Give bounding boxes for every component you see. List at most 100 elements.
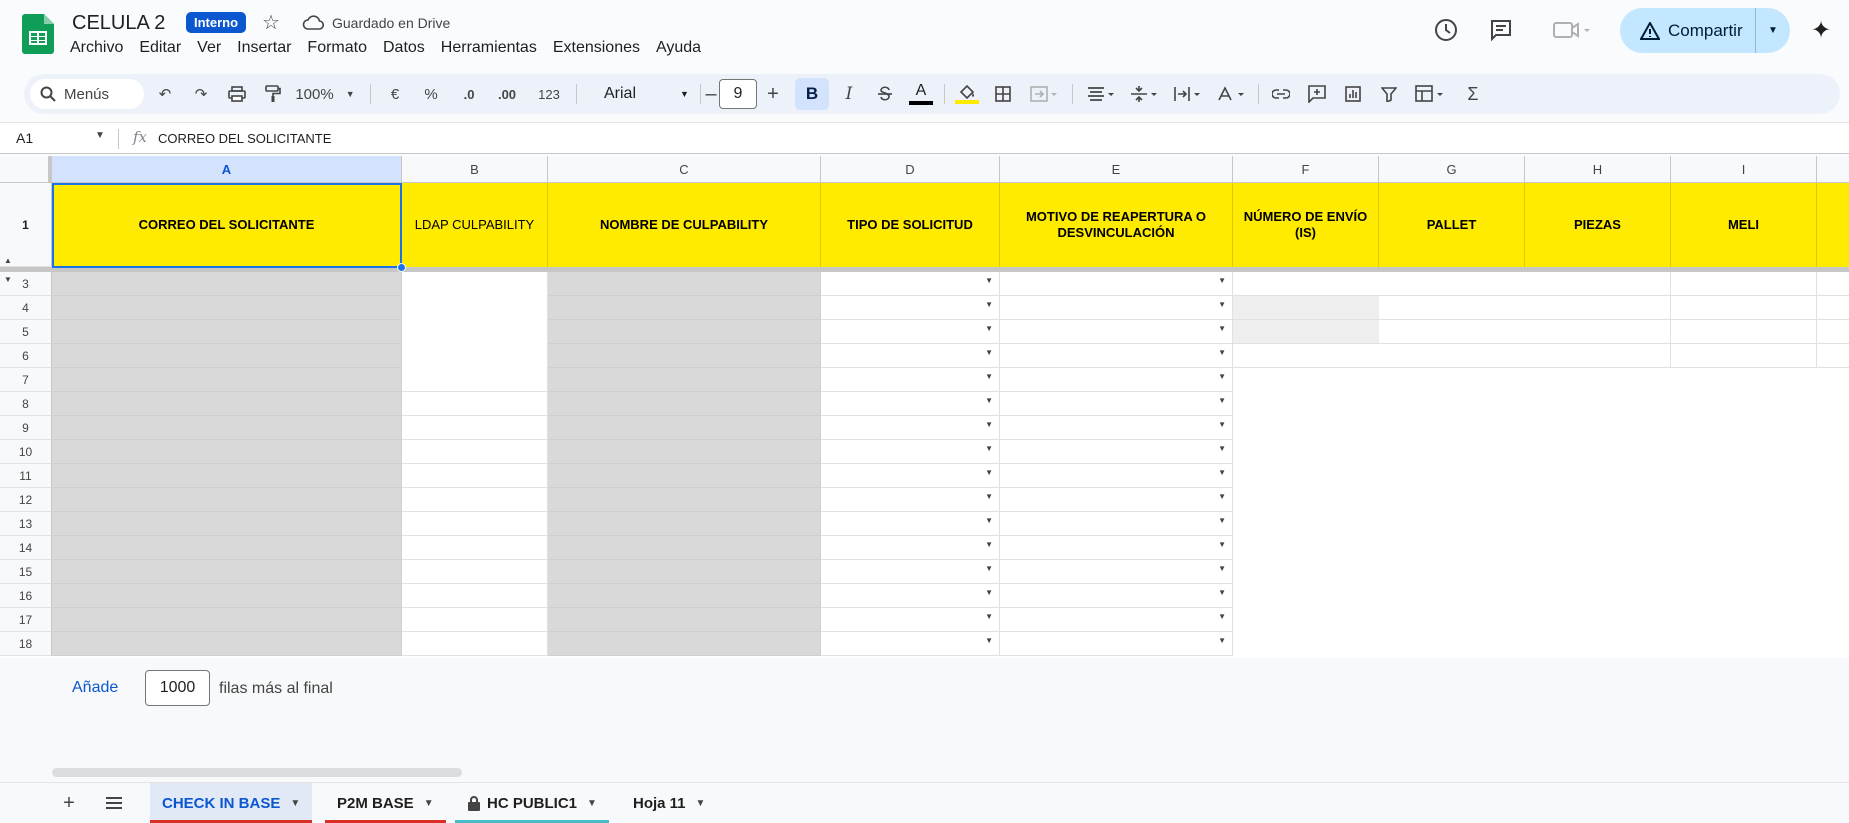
sheets-logo-icon[interactable] bbox=[22, 14, 54, 54]
table-cell[interactable] bbox=[1525, 632, 1671, 656]
dropdown-chevron-icon[interactable]: ▼ bbox=[985, 396, 993, 405]
table-cell[interactable] bbox=[548, 392, 821, 416]
table-cell[interactable] bbox=[402, 440, 548, 464]
chevron-down-icon[interactable]: ▼ bbox=[587, 798, 597, 809]
table-cell[interactable] bbox=[1671, 536, 1817, 560]
table-cell[interactable] bbox=[1233, 536, 1379, 560]
table-cell[interactable] bbox=[1525, 344, 1671, 368]
dropdown-chevron-icon[interactable]: ▼ bbox=[985, 516, 993, 525]
table-cell[interactable] bbox=[1671, 392, 1817, 416]
print-icon[interactable] bbox=[220, 74, 254, 114]
table-cell[interactable] bbox=[548, 320, 821, 344]
row-header-7[interactable]: 7 bbox=[0, 368, 52, 392]
table-cell[interactable] bbox=[402, 392, 548, 416]
dropdown-chevron-icon[interactable]: ▼ bbox=[985, 588, 993, 597]
table-cell[interactable] bbox=[52, 392, 402, 416]
table-cell[interactable]: ▼ bbox=[821, 416, 1000, 440]
table-cell[interactable] bbox=[1233, 368, 1379, 392]
dropdown-chevron-icon[interactable]: ▼ bbox=[1218, 348, 1226, 357]
add-sheet-icon[interactable]: + bbox=[57, 791, 81, 815]
menu-formato[interactable]: Formato bbox=[299, 38, 375, 58]
table-cell[interactable] bbox=[548, 536, 821, 560]
dropdown-chevron-icon[interactable]: ▼ bbox=[985, 636, 993, 645]
table-cell[interactable] bbox=[1817, 272, 1849, 296]
table-cell[interactable] bbox=[1817, 488, 1849, 512]
table-cell[interactable] bbox=[548, 608, 821, 632]
chevron-down-icon[interactable]: ▼ bbox=[290, 798, 300, 809]
share-dropdown-icon[interactable]: ▼ bbox=[1756, 25, 1790, 36]
table-cell[interactable] bbox=[1671, 632, 1817, 656]
borders-icon[interactable] bbox=[986, 74, 1020, 114]
text-rotation-icon[interactable] bbox=[1210, 74, 1252, 114]
column-header-d[interactable]: D bbox=[821, 156, 1000, 183]
table-cell[interactable] bbox=[1525, 464, 1671, 488]
row-header-17[interactable]: 17 bbox=[0, 608, 52, 632]
table-cell[interactable] bbox=[1525, 440, 1671, 464]
table-cell[interactable]: ▼ bbox=[821, 392, 1000, 416]
table-cell[interactable] bbox=[52, 464, 402, 488]
table-cell[interactable] bbox=[402, 368, 548, 392]
sheet-tab-check-in-base[interactable]: CHECK IN BASE ▼ bbox=[150, 783, 313, 823]
table-cell[interactable] bbox=[1233, 296, 1379, 320]
table-cell[interactable]: ▼ bbox=[821, 632, 1000, 656]
table-cell[interactable] bbox=[1379, 560, 1525, 584]
table-cell[interactable] bbox=[1817, 344, 1849, 368]
gemini-icon[interactable]: ✦ bbox=[1811, 16, 1831, 45]
table-cell[interactable] bbox=[1525, 320, 1671, 344]
table-cell[interactable]: ▼ bbox=[821, 272, 1000, 296]
table-cell[interactable] bbox=[52, 440, 402, 464]
header-cell-j[interactable] bbox=[1817, 183, 1849, 267]
table-cell[interactable] bbox=[402, 272, 548, 296]
row-group-toggle-icon[interactable]: ▼ bbox=[4, 275, 12, 284]
table-cell[interactable] bbox=[1671, 272, 1817, 296]
table-cell[interactable] bbox=[52, 560, 402, 584]
table-cell[interactable]: ▼ bbox=[821, 608, 1000, 632]
table-cell[interactable] bbox=[548, 416, 821, 440]
add-rows-button[interactable]: Añade bbox=[72, 679, 118, 697]
table-cell[interactable] bbox=[1525, 560, 1671, 584]
row-header-1[interactable]: 1 bbox=[0, 183, 52, 267]
document-title[interactable]: CELULA 2 bbox=[72, 12, 165, 35]
table-cell[interactable]: ▼ bbox=[1000, 344, 1233, 368]
dropdown-chevron-icon[interactable]: ▼ bbox=[1218, 420, 1226, 429]
table-cell[interactable] bbox=[1671, 464, 1817, 488]
table-cell[interactable]: ▼ bbox=[1000, 632, 1233, 656]
table-cell[interactable] bbox=[1817, 464, 1849, 488]
table-cell[interactable] bbox=[1525, 512, 1671, 536]
table-cell[interactable]: ▼ bbox=[821, 560, 1000, 584]
header-cell-correo[interactable]: CORREO DEL SOLICITANTE bbox=[52, 183, 402, 267]
italic-button[interactable]: I bbox=[832, 74, 866, 114]
table-cell[interactable] bbox=[1817, 296, 1849, 320]
table-cell[interactable]: ▼ bbox=[1000, 440, 1233, 464]
header-cell-motivo[interactable]: MOTIVO DE REAPERTURA O DESVINCULACIÓN bbox=[1000, 183, 1233, 267]
text-wrapping-icon[interactable] bbox=[1166, 74, 1208, 114]
table-cell[interactable]: ▼ bbox=[821, 344, 1000, 368]
bold-button[interactable]: B bbox=[795, 78, 829, 110]
table-cell[interactable] bbox=[1817, 368, 1849, 392]
table-cell[interactable] bbox=[1817, 512, 1849, 536]
table-cell[interactable] bbox=[1525, 488, 1671, 512]
header-cell-envio[interactable]: NÚMERO DE ENVÍO (IS) bbox=[1233, 183, 1379, 267]
increase-decimal-button[interactable]: .00 bbox=[488, 74, 526, 114]
table-cell[interactable]: ▼ bbox=[1000, 392, 1233, 416]
menu-ayuda[interactable]: Ayuda bbox=[648, 38, 709, 58]
classification-badge[interactable]: Interno bbox=[186, 12, 247, 33]
table-cell[interactable]: ▼ bbox=[1000, 272, 1233, 296]
dropdown-chevron-icon[interactable]: ▼ bbox=[1218, 396, 1226, 405]
dropdown-chevron-icon[interactable]: ▼ bbox=[985, 420, 993, 429]
table-cell[interactable] bbox=[548, 488, 821, 512]
table-cell[interactable] bbox=[402, 488, 548, 512]
add-rows-count-input[interactable]: 1000 bbox=[145, 670, 210, 706]
table-cell[interactable] bbox=[1817, 584, 1849, 608]
dropdown-chevron-icon[interactable]: ▼ bbox=[1218, 564, 1226, 573]
table-cell[interactable] bbox=[52, 536, 402, 560]
vertical-align-icon[interactable] bbox=[1124, 74, 1164, 114]
dropdown-chevron-icon[interactable]: ▼ bbox=[985, 540, 993, 549]
dropdown-chevron-icon[interactable]: ▼ bbox=[985, 444, 993, 453]
table-cell[interactable] bbox=[1525, 416, 1671, 440]
table-cell[interactable]: ▼ bbox=[1000, 512, 1233, 536]
chevron-down-icon[interactable]: ▼ bbox=[95, 130, 105, 141]
row-header-12[interactable]: 12 bbox=[0, 488, 52, 512]
table-cell[interactable] bbox=[1233, 464, 1379, 488]
table-cell[interactable]: ▼ bbox=[821, 296, 1000, 320]
